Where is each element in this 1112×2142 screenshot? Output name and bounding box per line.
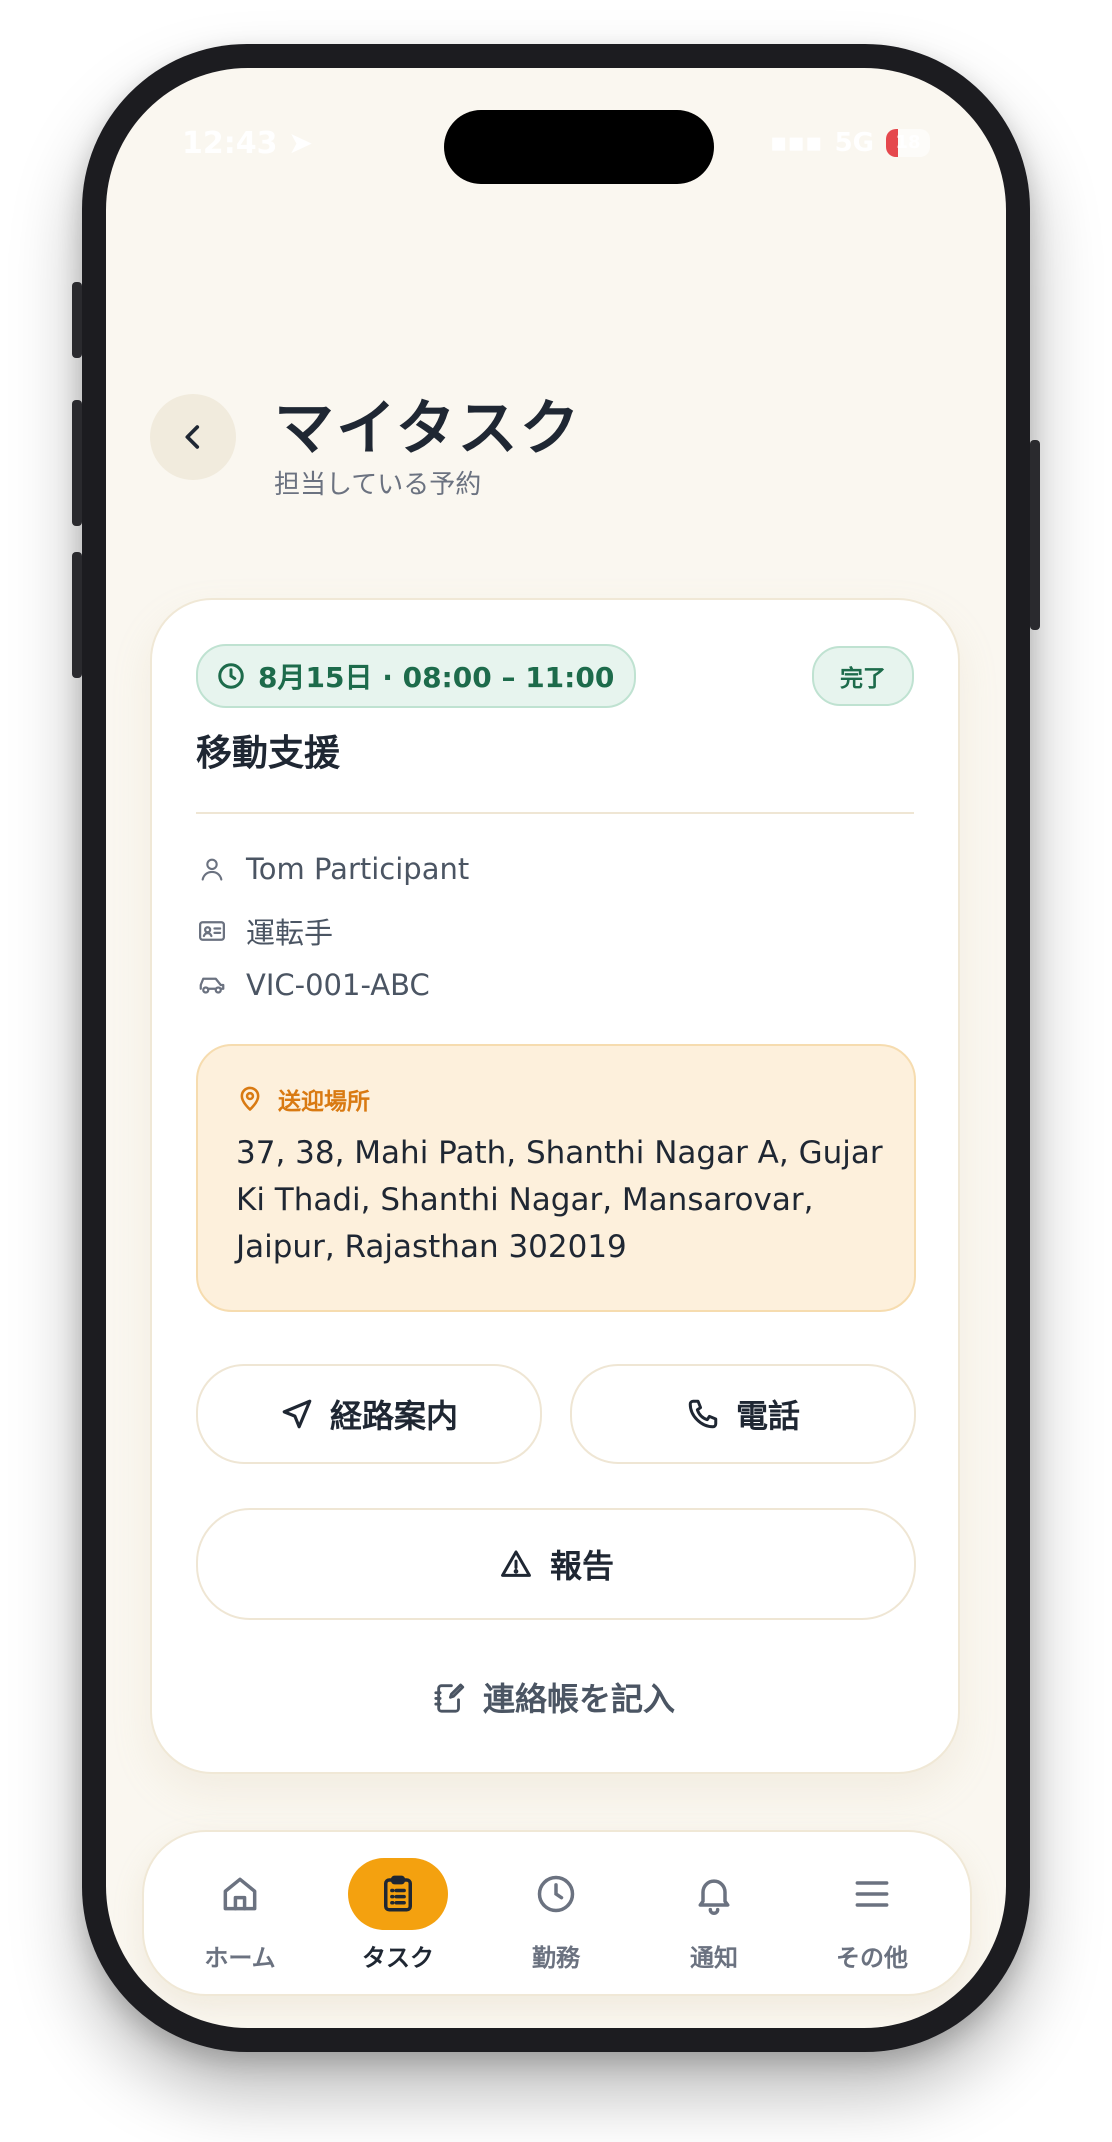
participant-name: Tom Participant xyxy=(246,852,470,886)
tab-notifications-label: 通知 xyxy=(690,1944,738,1972)
tab-tasks[interactable]: タスク xyxy=(328,1858,468,1978)
map-pin-icon xyxy=(240,1086,260,1111)
status-bar-time: 12:43 ➤ xyxy=(182,126,313,161)
user-icon xyxy=(196,853,228,885)
bottom-tab-bar: ホーム タスク 勤務 通知 その他 xyxy=(142,1830,972,1996)
warning-triangle-icon xyxy=(501,1550,531,1577)
phone-frame: 12:43 ➤ ▪▪▪ 5G 18 マイタスク 担当している予約 8月15日 ·… xyxy=(72,44,1040,2052)
status-badge: 完了 xyxy=(812,646,914,706)
navigate-button[interactable]: 経路案内 xyxy=(196,1364,542,1464)
power-button xyxy=(1030,440,1040,630)
network-type: 5G xyxy=(834,128,874,158)
clipboard-icon xyxy=(348,1858,448,1930)
service-title: 移動支援 xyxy=(196,733,341,774)
clock-time: 12:43 xyxy=(182,126,278,161)
role-text: 運転手 xyxy=(246,916,334,950)
location-arrow-icon: ➤ xyxy=(287,126,314,161)
pickup-label-text: 送迎場所 xyxy=(278,1089,370,1115)
volume-up-button xyxy=(72,400,82,526)
navigate-button-label: 経路案内 xyxy=(329,1397,458,1435)
tab-notifications[interactable]: 通知 xyxy=(644,1858,784,1978)
task-card: 8月15日 · 08:00 – 11:00 完了 移動支援 Tom Partic… xyxy=(150,598,960,1774)
time-badge-text: 8月15日 · 08:00 – 11:00 xyxy=(258,661,615,694)
page-header: マイタスク 担当している予約 xyxy=(150,394,962,514)
app-screen: 12:43 ➤ ▪▪▪ 5G 18 マイタスク 担当している予約 8月15日 ·… xyxy=(106,68,1006,2028)
write-log-label: 連絡帳を記入 xyxy=(482,1680,675,1718)
battery-icon: 18 xyxy=(886,129,930,157)
clock-icon xyxy=(506,1858,606,1930)
notebook-pen-icon xyxy=(434,1683,465,1713)
bell-icon xyxy=(664,1858,764,1930)
pickup-address: 37, 38, Mahi Path, Shanthi Nagar A, Guja… xyxy=(236,1135,883,1265)
report-button[interactable]: 報告 xyxy=(196,1508,916,1620)
car-icon xyxy=(196,969,228,1001)
pickup-location-box: 送迎場所 37, 38, Mahi Path, Shanthi Nagar A,… xyxy=(196,1044,916,1312)
clock-icon xyxy=(218,663,244,689)
call-button-label: 電話 xyxy=(735,1397,800,1435)
page-title: マイタスク xyxy=(274,394,582,464)
back-button[interactable] xyxy=(150,394,236,480)
call-button[interactable]: 電話 xyxy=(570,1364,916,1464)
tab-tasks-label: タスク xyxy=(362,1944,434,1972)
id-card-icon xyxy=(196,915,228,947)
phone-icon xyxy=(688,1399,718,1429)
tab-work[interactable]: 勤務 xyxy=(486,1858,626,1978)
action-button xyxy=(72,282,82,358)
vehicle-plate: VIC-001-ABC xyxy=(246,968,430,1002)
signal-icon: ▪▪▪ xyxy=(769,128,823,158)
pickup-label: 送迎場所 xyxy=(236,1082,370,1116)
chevron-left-icon xyxy=(185,425,200,449)
dynamic-island xyxy=(444,110,714,184)
write-log-button[interactable]: 連絡帳を記入 xyxy=(196,1660,912,1734)
status-bar-indicators: ▪▪▪ 5G 18 xyxy=(770,128,930,158)
divider xyxy=(196,812,914,814)
tab-more-label: その他 xyxy=(836,1944,908,1972)
participant-row: Tom Participant xyxy=(196,852,469,886)
volume-down-button xyxy=(72,552,82,678)
tab-more[interactable]: その他 xyxy=(802,1858,942,1978)
navigation-arrow-icon xyxy=(282,1399,312,1429)
role-row: 運転手 xyxy=(196,910,333,952)
tab-work-label: 勤務 xyxy=(532,1944,580,1972)
vehicle-row: VIC-001-ABC xyxy=(196,968,430,1002)
home-icon xyxy=(190,1858,290,1930)
report-button-label: 報告 xyxy=(549,1547,614,1585)
battery-level: 18 xyxy=(895,132,921,153)
page-subtitle: 担当している予約 xyxy=(274,470,482,500)
tab-home-label: ホーム xyxy=(204,1944,276,1972)
tab-home[interactable]: ホーム xyxy=(170,1858,310,1978)
time-badge: 8月15日 · 08:00 – 11:00 xyxy=(196,644,637,708)
menu-icon xyxy=(822,1858,922,1930)
